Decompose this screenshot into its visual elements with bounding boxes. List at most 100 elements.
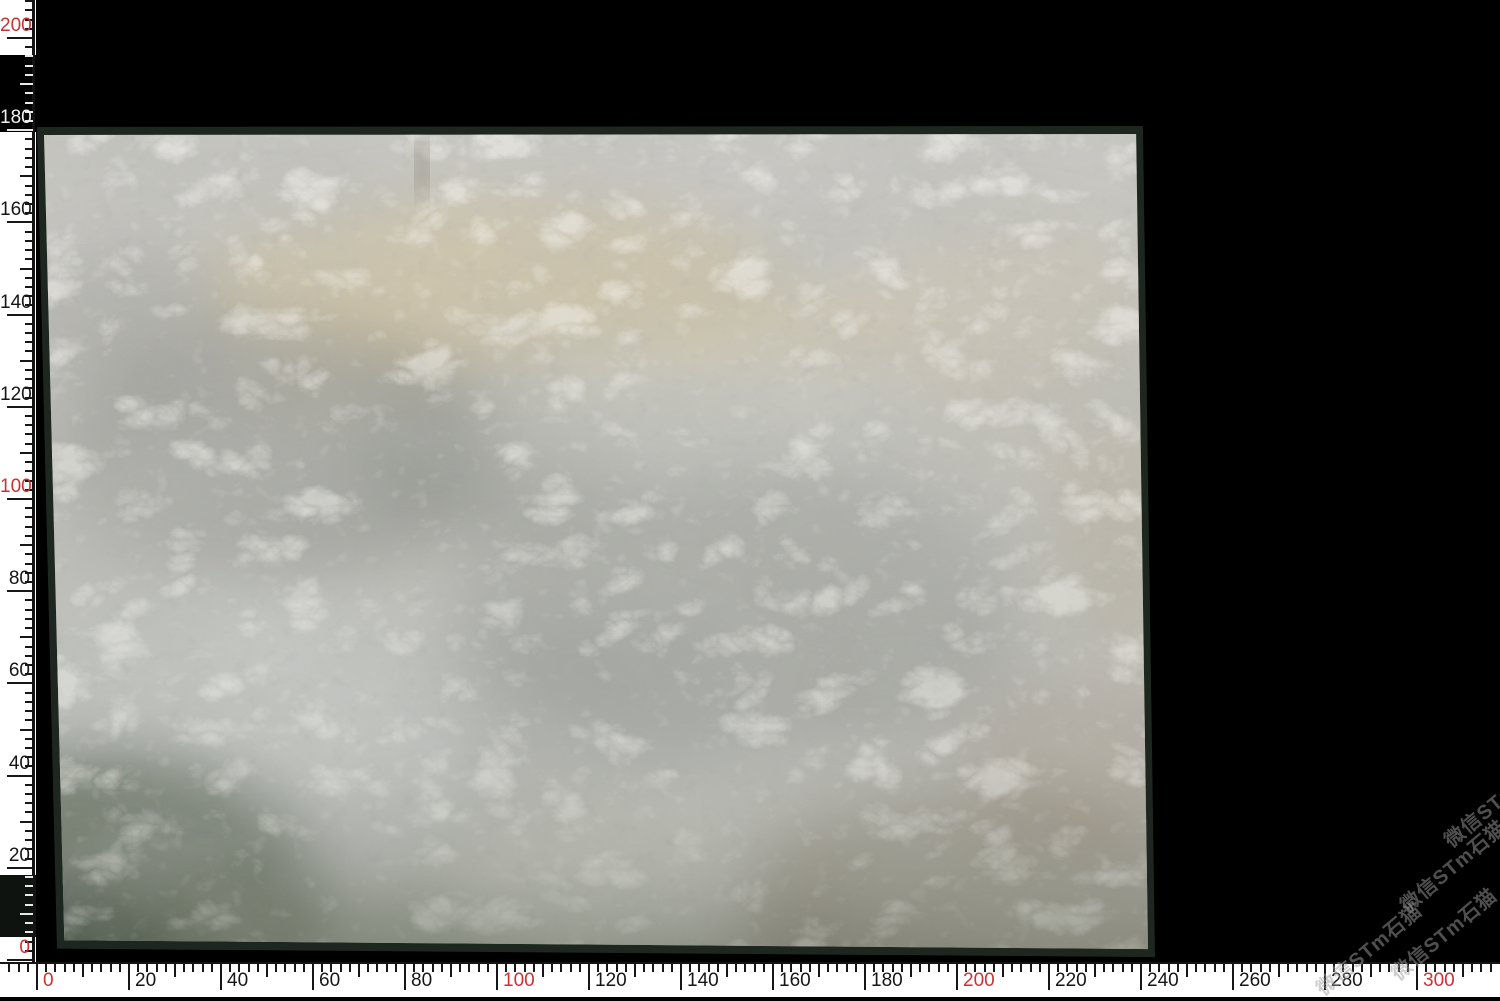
vertical-ruler-label: 120 — [0, 385, 36, 405]
horizontal-ruler-tick — [1195, 964, 1197, 972]
horizontal-ruler-tick — [1204, 964, 1206, 972]
vertical-ruler-tick — [20, 544, 33, 546]
horizontal-ruler-tick — [1471, 964, 1473, 972]
vertical-ruler-tick — [25, 102, 33, 104]
vertical-ruler-tick — [25, 249, 33, 251]
vertical-ruler-tick — [20, 913, 33, 915]
vertical-ruler-label: 180 — [0, 108, 36, 128]
horizontal-ruler-tick — [174, 964, 176, 977]
vertical-ruler-tick — [25, 526, 33, 528]
vertical-ruler-tick — [25, 692, 33, 694]
horizontal-ruler-tick — [1462, 964, 1464, 977]
vertical-ruler-tick — [25, 332, 33, 334]
horizontal-ruler-tick — [266, 964, 268, 977]
horizontal-ruler-label: 160 — [779, 971, 811, 991]
vertical-ruler-tick — [20, 452, 33, 454]
horizontal-ruler-label: 260 — [1239, 971, 1271, 991]
vertical-ruler-label: 200 — [0, 16, 36, 36]
horizontal-ruler-tick — [680, 964, 682, 990]
horizontal-ruler-tick — [441, 964, 443, 972]
horizontal-ruler: 0204060801001201401601802002202402602803… — [0, 962, 1500, 997]
vertical-ruler-tick — [25, 618, 33, 620]
slab-surface-mark — [417, 142, 427, 194]
vertical-ruler-tick — [25, 839, 33, 841]
vertical-ruler-tick — [25, 323, 33, 325]
horizontal-ruler-tick — [928, 964, 930, 972]
horizontal-ruler-tick — [18, 964, 20, 972]
horizontal-ruler-label: 80 — [411, 971, 432, 991]
horizontal-ruler-tick — [8, 964, 10, 972]
vertical-ruler-tick — [25, 55, 33, 57]
horizontal-ruler-tick — [91, 964, 93, 972]
vertical-ruler-tick — [25, 443, 33, 445]
vertical-ruler-label: 80 — [0, 569, 36, 589]
horizontal-ruler-tick — [450, 964, 452, 977]
horizontal-ruler-tick — [54, 964, 56, 972]
vertical-ruler-tick — [25, 74, 33, 76]
vertical-ruler-tick — [25, 148, 33, 150]
horizontal-ruler-tick — [1030, 964, 1032, 972]
vertical-ruler-tick — [25, 231, 33, 233]
horizontal-ruler-tick — [36, 964, 38, 990]
horizontal-ruler-tick — [1094, 964, 1096, 977]
horizontal-ruler-tick — [643, 964, 645, 972]
vertical-ruler-label: 0 — [0, 938, 36, 958]
horizontal-ruler-tick — [1287, 964, 1289, 972]
horizontal-ruler-tick — [220, 964, 222, 990]
vertical-ruler-tick — [25, 646, 33, 648]
horizontal-ruler-tick — [1278, 964, 1280, 977]
horizontal-ruler-tick — [202, 964, 204, 972]
horizontal-ruler-tick — [487, 964, 489, 972]
vertical-ruler-tick — [25, 535, 33, 537]
horizontal-ruler-tick — [165, 964, 167, 972]
vertical-ruler-tick — [25, 563, 33, 565]
vertical-ruler-label: 60 — [0, 661, 36, 681]
vertical-ruler-tick — [25, 46, 33, 48]
horizontal-ruler-tick — [100, 964, 102, 972]
vertical-ruler-tick — [25, 876, 33, 878]
horizontal-ruler-tick — [1379, 964, 1381, 972]
horizontal-ruler-tick — [358, 964, 360, 977]
horizontal-ruler-tick — [570, 964, 572, 972]
horizontal-ruler-tick — [82, 964, 84, 977]
vertical-ruler-tick — [25, 369, 33, 371]
vertical-ruler-tick — [20, 83, 33, 85]
marble-texture — [31, 120, 1161, 963]
horizontal-ruler-tick — [1011, 964, 1013, 972]
vertical-ruler-label: 20 — [0, 846, 36, 866]
vertical-ruler-tick — [25, 65, 33, 67]
vertical-ruler-tick — [7, 129, 33, 131]
horizontal-ruler-tick — [183, 964, 185, 972]
vertical-ruler-tick — [25, 157, 33, 159]
horizontal-ruler-tick — [919, 964, 921, 972]
horizontal-ruler-tick — [1490, 964, 1492, 972]
horizontal-ruler-tick — [754, 964, 756, 972]
vertical-ruler-tick — [25, 793, 33, 795]
vertical-ruler-tick — [25, 802, 33, 804]
horizontal-ruler-tick — [303, 964, 305, 972]
horizontal-ruler-tick — [772, 964, 774, 990]
horizontal-ruler-tick — [1112, 964, 1114, 972]
horizontal-ruler-label: 220 — [1055, 971, 1087, 991]
horizontal-ruler-tick — [662, 964, 664, 972]
horizontal-ruler-tick — [763, 964, 765, 972]
vertical-ruler-label: 100 — [0, 477, 36, 497]
horizontal-ruler-tick — [192, 964, 194, 972]
horizontal-ruler-tick — [211, 964, 213, 972]
vertical-ruler-tick — [25, 194, 33, 196]
vertical-ruler: 020406080100120140160180200 — [0, 0, 36, 962]
vertical-ruler-tick — [7, 406, 33, 408]
vertical-ruler-tick — [25, 415, 33, 417]
vertical-ruler-tick — [25, 710, 33, 712]
vertical-ruler-tick — [25, 885, 33, 887]
horizontal-ruler-tick — [551, 964, 553, 972]
vertical-ruler-tick — [25, 9, 33, 11]
horizontal-ruler-tick — [588, 964, 590, 990]
horizontal-ruler-tick — [1048, 964, 1050, 990]
vertical-ruler-tick — [25, 627, 33, 629]
horizontal-ruler-tick — [459, 964, 461, 972]
vertical-ruler-label: 160 — [0, 200, 36, 220]
vertical-ruler-tick — [25, 719, 33, 721]
horizontal-ruler-tick — [726, 964, 728, 977]
vertical-ruler-tick — [7, 775, 33, 777]
